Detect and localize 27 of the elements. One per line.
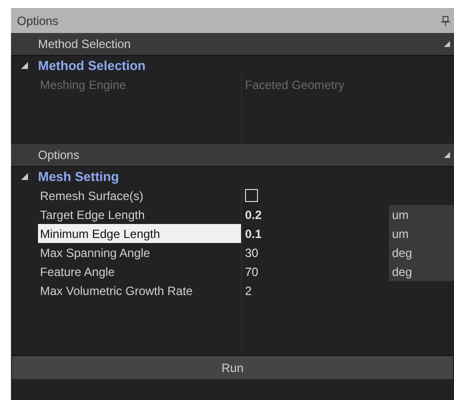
unit-label: um [392,226,409,242]
pin-icon[interactable] [441,16,450,26]
collapse-toggle-icon[interactable] [21,62,28,69]
property-label[interactable]: Feature Angle [38,262,241,281]
group-title: Mesh Setting [38,168,119,186]
property-label[interactable]: Remesh Surface(s) [38,186,241,205]
run-button[interactable]: Run [12,355,453,379]
unit-label: um [392,206,409,224]
corner-icon [444,41,450,47]
corner-icon [444,152,450,158]
window-title: Options [17,12,58,30]
property-label[interactable]: Target Edge Length [38,205,241,224]
section-title: Method Selection [38,36,131,53]
property-label[interactable]: Minimum Edge Length [38,224,241,243]
group-title: Method Selection [38,56,146,75]
collapse-toggle-icon[interactable] [21,173,28,180]
property-value[interactable]: 2 [245,282,252,300]
checkbox[interactable] [245,189,258,202]
unit-label: deg [392,264,412,280]
property-value[interactable]: 70 [245,262,258,280]
property-value[interactable]: 30 [245,244,258,262]
section-title: Options [38,147,80,164]
property-label[interactable]: Max Spanning Angle [38,243,241,262]
unit-label: deg [392,244,412,262]
property-value[interactable]: 0.1 [245,224,262,242]
property-label[interactable]: Max Volumetric Growth Rate [38,281,241,300]
property-value[interactable]: 0.2 [245,206,262,224]
